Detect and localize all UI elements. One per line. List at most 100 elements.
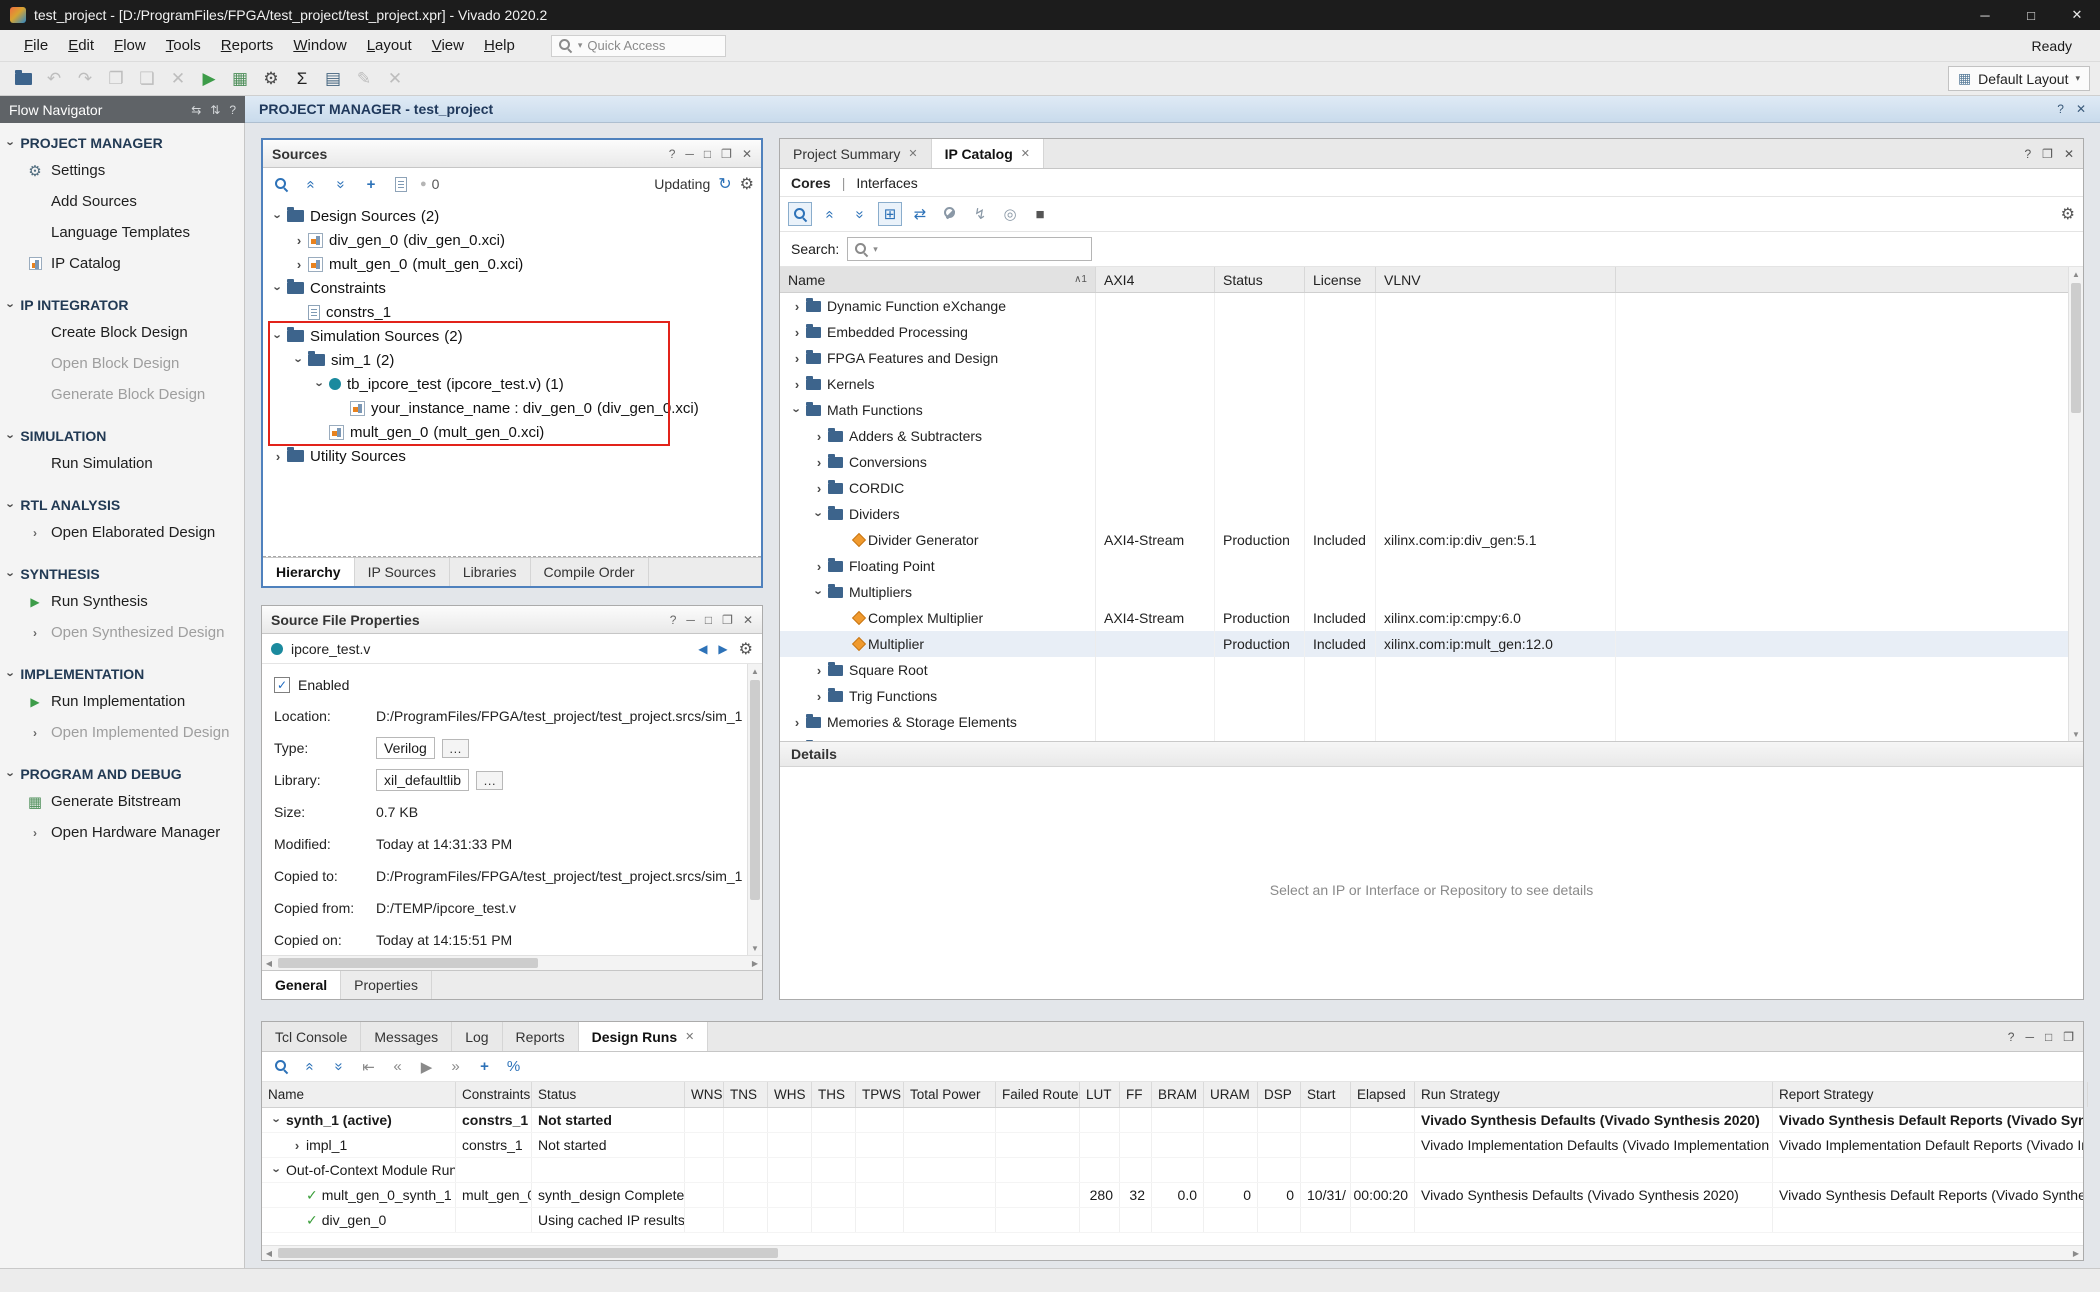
- bolt-button[interactable]: ↯: [968, 202, 992, 226]
- close-icon[interactable]: ✕: [2076, 102, 2086, 116]
- edit-button[interactable]: ✎: [351, 66, 377, 92]
- vertical-scrollbar[interactable]: ▲ ▼: [747, 664, 762, 955]
- tab-properties[interactable]: Properties: [341, 971, 432, 999]
- catalog-row-divider-generator[interactable]: Divider GeneratorAXI4-StreamProductionIn…: [780, 527, 2083, 553]
- column-header-uram[interactable]: URAM: [1204, 1082, 1258, 1107]
- gear-icon[interactable]: ⚙: [739, 639, 753, 659]
- menu-edit[interactable]: Edit: [58, 32, 104, 59]
- catalog-row-multipliers[interactable]: ›Multipliers: [780, 579, 2083, 605]
- dock-toggle-icon[interactable]: ⇆: [191, 103, 201, 117]
- flow-section-header-program-and-debug[interactable]: ›PROGRAM AND DEBUG: [0, 762, 244, 786]
- wrench-button[interactable]: [938, 202, 962, 226]
- menu-flow[interactable]: Flow: [104, 32, 156, 59]
- expand-icon[interactable]: ›: [788, 716, 806, 729]
- collapse-icon[interactable]: ›: [810, 586, 828, 599]
- step-back-button[interactable]: «: [386, 1055, 409, 1078]
- program-device-button[interactable]: ▦: [227, 66, 253, 92]
- sidebar-item-settings[interactable]: ⚙Settings: [0, 155, 244, 186]
- scroll-right-icon[interactable]: ▶: [2069, 1246, 2083, 1260]
- sidebar-item-generate-bitstream[interactable]: ▦Generate Bitstream: [0, 786, 244, 817]
- maximize-icon[interactable]: □: [704, 147, 711, 161]
- tab-design-runs[interactable]: Design Runs✕: [579, 1022, 709, 1051]
- catalog-row-cordic[interactable]: ›CORDIC: [780, 475, 2083, 501]
- search-button[interactable]: [270, 1055, 293, 1078]
- catalog-row-multiplier[interactable]: MultiplierProductionIncludedxilinx.com:i…: [780, 631, 2083, 657]
- column-header-dsp[interactable]: DSP: [1258, 1082, 1301, 1107]
- collapse-icon[interactable]: ›: [290, 354, 308, 367]
- sidebar-item-run-simulation[interactable]: Run Simulation: [0, 448, 244, 479]
- expand-icon[interactable]: ›: [788, 378, 806, 391]
- horizontal-scrollbar[interactable]: ◀ ▶: [262, 955, 762, 970]
- expand-all-button[interactable]: »: [848, 202, 872, 226]
- target-button[interactable]: ◎: [998, 202, 1022, 226]
- sidebar-item-ip-catalog[interactable]: IP Catalog: [0, 248, 244, 279]
- menu-tools[interactable]: Tools: [156, 32, 211, 59]
- help-icon[interactable]: ?: [669, 147, 676, 161]
- gear-icon[interactable]: ⚙: [740, 174, 754, 194]
- enabled-checkbox[interactable]: ✓: [274, 677, 290, 693]
- properties-panel-titlebar[interactable]: Source File Properties ?─□❐✕: [262, 606, 762, 634]
- flow-section-header-ip-integrator[interactable]: ›IP INTEGRATOR: [0, 293, 244, 317]
- quick-access-search[interactable]: ▾ Quick Access: [551, 35, 726, 57]
- catalog-row-floating-point[interactable]: ›Floating Point: [780, 553, 2083, 579]
- percent-button[interactable]: %: [502, 1055, 525, 1078]
- tab-project-summary[interactable]: Project Summary✕: [780, 139, 932, 168]
- column-header-report-strategy[interactable]: Report Strategy: [1773, 1082, 2088, 1107]
- sidebar-item-open-elaborated-design[interactable]: ›Open Elaborated Design: [0, 517, 244, 548]
- tab-hierarchy[interactable]: Hierarchy: [263, 558, 355, 586]
- tab-reports[interactable]: Reports: [503, 1022, 579, 1051]
- flow-section-header-synthesis[interactable]: ›SYNTHESIS: [0, 562, 244, 586]
- expand-icon[interactable]: ›: [810, 690, 828, 703]
- catalog-row-memories-storage-elements[interactable]: ›Memories & Storage Elements: [780, 709, 2083, 735]
- tree-item-constraints[interactable]: ›Constraints: [263, 276, 761, 300]
- sum-button[interactable]: Σ: [289, 66, 315, 92]
- column-header-tns[interactable]: TNS: [724, 1082, 768, 1107]
- column-header-license[interactable]: License: [1305, 267, 1376, 292]
- flow-section-header-implementation[interactable]: ›IMPLEMENTATION: [0, 662, 244, 686]
- expand-icon[interactable]: ›: [788, 300, 806, 313]
- report-button[interactable]: ▤: [320, 66, 346, 92]
- collapse-icon[interactable]: ›: [269, 210, 287, 223]
- sidebar-item-open-synthesized-design[interactable]: ›Open Synthesized Design: [0, 617, 244, 648]
- column-header-axi4[interactable]: AXI4: [1096, 267, 1215, 292]
- expand-icon[interactable]: ›: [810, 664, 828, 677]
- collapse-all-button[interactable]: «: [299, 1055, 322, 1078]
- column-header-vlnv[interactable]: VLNV: [1376, 267, 1616, 292]
- forward-icon[interactable]: ▶: [718, 642, 727, 656]
- column-header-run-strategy[interactable]: Run Strategy: [1415, 1082, 1773, 1107]
- tab-ip-sources[interactable]: IP Sources: [355, 558, 450, 586]
- scrollbar-thumb[interactable]: [750, 680, 760, 900]
- step-forward-button[interactable]: »: [444, 1055, 467, 1078]
- catalog-row-trig-functions[interactable]: ›Trig Functions: [780, 683, 2083, 709]
- close-icon[interactable]: ✕: [743, 613, 753, 627]
- close-icon[interactable]: ✕: [2064, 147, 2074, 161]
- minimize-icon[interactable]: ─: [2025, 1030, 2034, 1044]
- expand-all-button[interactable]: »: [330, 173, 352, 195]
- tab-general[interactable]: General: [262, 971, 341, 999]
- sidebar-item-run-implementation[interactable]: ▶Run Implementation: [0, 686, 244, 717]
- collapse-icon[interactable]: ›: [269, 282, 287, 295]
- delete-button[interactable]: ✕: [165, 66, 191, 92]
- settings-button[interactable]: ⚙: [258, 66, 284, 92]
- column-header-status[interactable]: Status: [1215, 267, 1305, 292]
- edit-file-button[interactable]: [390, 173, 412, 195]
- property-input[interactable]: Verilog: [376, 737, 435, 759]
- tab-libraries[interactable]: Libraries: [450, 558, 531, 586]
- expand-icon[interactable]: ›: [288, 1139, 306, 1152]
- menu-reports[interactable]: Reports: [211, 32, 284, 59]
- column-header-start[interactable]: Start: [1301, 1082, 1351, 1107]
- tree-item-div-gen-0[interactable]: ›div_gen_0(div_gen_0.xci): [263, 228, 761, 252]
- maximize-button[interactable]: □: [2008, 0, 2054, 30]
- minimize-icon[interactable]: ─: [686, 613, 695, 627]
- subtab-interfaces[interactable]: Interfaces: [856, 175, 917, 191]
- scroll-up-icon[interactable]: ▲: [748, 664, 762, 678]
- run-button[interactable]: ▶: [196, 66, 222, 92]
- expand-icon[interactable]: ›: [290, 234, 308, 247]
- scrollbar-thumb[interactable]: [278, 1248, 778, 1258]
- run-row-impl-1[interactable]: ›impl_1constrs_1Not startedVivado Implem…: [262, 1133, 2083, 1158]
- sidebar-item-open-implemented-design[interactable]: ›Open Implemented Design: [0, 717, 244, 748]
- column-header-ths[interactable]: THS: [812, 1082, 856, 1107]
- collapse-icon[interactable]: ›: [810, 508, 828, 521]
- column-header-whs[interactable]: WHS: [768, 1082, 812, 1107]
- column-header-wns[interactable]: WNS: [685, 1082, 724, 1107]
